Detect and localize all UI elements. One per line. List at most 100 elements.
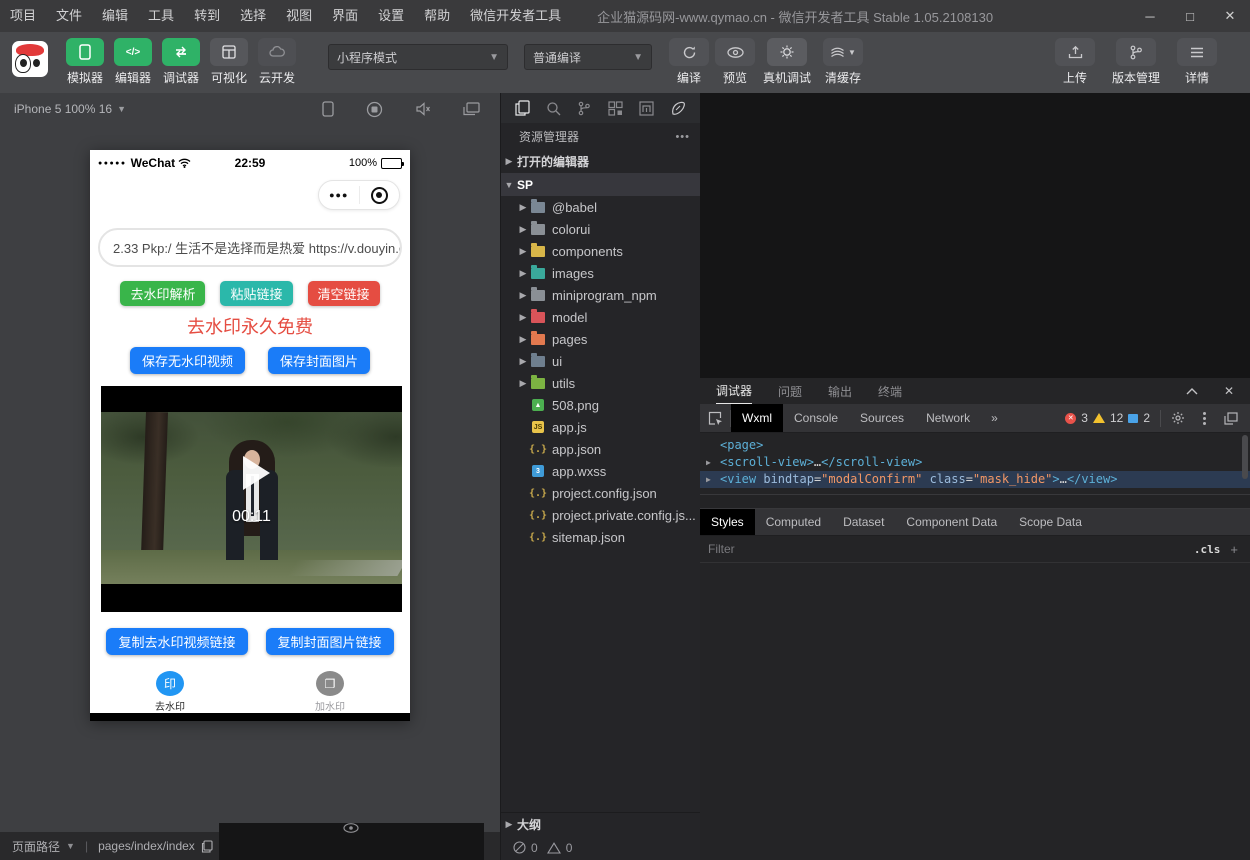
save-cover-button[interactable]: 保存封面图片 xyxy=(268,347,370,374)
style-filter-input[interactable] xyxy=(708,542,1186,556)
clear-cache-button[interactable]: ▼ 清缓存 xyxy=(816,38,870,86)
collapse-panel-icon[interactable] xyxy=(1186,388,1198,395)
page-path-label[interactable]: 页面路径 xyxy=(12,838,60,855)
close-miniprogram-icon[interactable] xyxy=(360,187,400,204)
folder-row[interactable]: ▶ ui xyxy=(501,350,700,372)
eye-icon[interactable] xyxy=(343,823,359,833)
folder-row[interactable]: ▶ components xyxy=(501,240,700,262)
tab-scope-data[interactable]: Scope Data xyxy=(1008,509,1093,535)
copy-icon[interactable] xyxy=(201,840,213,853)
toggle-class-button[interactable]: .cls xyxy=(1194,543,1221,556)
clear-link-button[interactable]: 清空链接 xyxy=(308,281,380,306)
copy-cover-link-button[interactable]: 复制封面图片链接 xyxy=(266,628,394,655)
open-editors-section[interactable]: ▶ 打开的编辑器 xyxy=(501,150,700,173)
file-row[interactable]: 3 app.wxss xyxy=(501,460,700,482)
tab-console[interactable]: Console xyxy=(783,404,849,432)
menu-goto[interactable]: 转到 xyxy=(184,0,230,32)
tab-styles[interactable]: Styles xyxy=(700,509,755,535)
multi-window-icon[interactable] xyxy=(463,102,480,116)
close-panel-icon[interactable]: ✕ xyxy=(1224,384,1234,398)
tab-network[interactable]: Network xyxy=(915,404,981,432)
copy-video-link-button[interactable]: 复制去水印视频链接 xyxy=(106,628,247,655)
file-row[interactable]: {.} project.config.json xyxy=(501,482,700,504)
editor-toggle-button[interactable]: </> 编辑器 xyxy=(110,38,156,86)
tab-component-data[interactable]: Component Data xyxy=(895,509,1008,535)
file-row[interactable]: {.} sitemap.json xyxy=(501,526,700,548)
video-player[interactable]: 00:11 xyxy=(101,386,402,612)
wxml-node-page[interactable]: <page> xyxy=(700,437,1250,454)
record-icon[interactable] xyxy=(366,101,383,118)
tab-add-watermark[interactable]: ❐ 加水印 xyxy=(250,671,410,713)
warning-badge-icon[interactable] xyxy=(1093,413,1105,423)
new-style-rule-button[interactable]: + xyxy=(1230,542,1238,557)
rotate-device-icon[interactable] xyxy=(322,101,334,117)
compile-mode-select[interactable]: 普通编译 ▼ xyxy=(524,44,652,70)
close-icon[interactable]: ✕ xyxy=(1210,0,1250,32)
more-icon[interactable]: ··· xyxy=(345,855,357,860)
source-control-icon[interactable] xyxy=(577,101,591,116)
npm-icon[interactable] xyxy=(639,101,654,116)
folder-row[interactable]: ▶ @babel xyxy=(501,196,700,218)
maximize-icon[interactable]: □ xyxy=(1170,0,1210,32)
more-menu-icon[interactable]: ●●● xyxy=(319,190,359,200)
user-avatar[interactable] xyxy=(12,41,48,77)
menu-devtools[interactable]: 微信开发者工具 xyxy=(460,0,571,32)
version-control-button[interactable]: 版本管理 xyxy=(1106,38,1166,86)
folder-row[interactable]: ▶ utils xyxy=(501,372,700,394)
tab-sources[interactable]: Sources xyxy=(849,404,915,432)
wxml-node-view-selected[interactable]: ▶ <view bindtap="modalConfirm" class="ma… xyxy=(700,471,1250,488)
more-tabs-icon[interactable]: » xyxy=(981,411,1008,425)
menu-settings[interactable]: 设置 xyxy=(368,0,414,32)
tab-debugger[interactable]: 调试器 xyxy=(716,378,752,404)
save-video-button[interactable]: 保存无水印视频 xyxy=(130,347,245,374)
settings-gear-icon[interactable] xyxy=(1171,411,1185,425)
kebab-menu-icon[interactable] xyxy=(1203,417,1206,420)
menu-interface[interactable]: 界面 xyxy=(322,0,368,32)
folder-row[interactable]: ▶ pages xyxy=(501,328,700,350)
paste-link-button[interactable]: 粘贴链接 xyxy=(220,281,292,306)
search-icon[interactable] xyxy=(546,101,561,116)
menu-tools[interactable]: 工具 xyxy=(138,0,184,32)
error-badge-icon[interactable]: ✕ xyxy=(1065,413,1076,424)
tab-wxml[interactable]: Wxml xyxy=(731,404,783,432)
more-actions-icon[interactable]: ••• xyxy=(675,131,690,143)
menu-edit[interactable]: 编辑 xyxy=(92,0,138,32)
appearance-icon[interactable] xyxy=(670,101,686,116)
minimize-icon[interactable]: ─ xyxy=(1130,0,1170,32)
device-selector[interactable]: iPhone 5 100% 16 xyxy=(14,102,112,116)
chevron-down-icon[interactable]: ▼ xyxy=(117,104,126,114)
project-root-row[interactable]: ▼ SP xyxy=(501,173,700,196)
undock-icon[interactable] xyxy=(1224,412,1238,425)
menu-file[interactable]: 文件 xyxy=(46,0,92,32)
remote-debug-button[interactable]: 真机调试 xyxy=(758,38,816,86)
tab-problems[interactable]: 问题 xyxy=(778,378,802,404)
file-row[interactable]: JS app.js xyxy=(501,416,700,438)
tab-remove-watermark[interactable]: 印 去水印 xyxy=(90,671,250,713)
upload-button[interactable]: 上传 xyxy=(1052,38,1098,86)
files-icon[interactable] xyxy=(515,100,530,116)
file-row[interactable]: ▲ 508.png xyxy=(501,394,700,416)
preview-button[interactable]: 预览 xyxy=(712,38,758,86)
extensions-icon[interactable] xyxy=(608,101,623,116)
folder-row[interactable]: ▶ miniprogram_npm xyxy=(501,284,700,306)
cloud-dev-button[interactable]: 云开发 xyxy=(254,38,300,86)
chevron-down-icon[interactable]: ▼ xyxy=(66,841,75,851)
menu-help[interactable]: 帮助 xyxy=(414,0,460,32)
outline-section[interactable]: ▶ 大纲 xyxy=(501,812,700,835)
compile-button[interactable]: 编译 xyxy=(666,38,712,86)
expand-icon[interactable]: ▶ xyxy=(706,471,711,488)
inspect-element-icon[interactable] xyxy=(700,411,730,426)
debugger-toggle-button[interactable]: 调试器 xyxy=(158,38,204,86)
link-input[interactable]: 2.33 Pkp:/ 生活不是选择而是热爱 https://v.douyin.c xyxy=(98,228,402,267)
simulator-toggle-button[interactable]: 模拟器 xyxy=(62,38,108,86)
tab-dataset[interactable]: Dataset xyxy=(832,509,895,535)
mode-select[interactable]: 小程序模式 ▼ xyxy=(328,44,508,70)
expand-icon[interactable]: ▶ xyxy=(706,454,711,471)
menu-project[interactable]: 项目 xyxy=(0,0,46,32)
parse-watermark-button[interactable]: 去水印解析 xyxy=(120,281,205,306)
tab-output[interactable]: 输出 xyxy=(828,378,852,404)
play-icon[interactable] xyxy=(243,456,270,490)
menu-view[interactable]: 视图 xyxy=(276,0,322,32)
problems-bar[interactable]: 0 0 xyxy=(501,835,700,860)
tab-terminal[interactable]: 终端 xyxy=(878,378,902,404)
